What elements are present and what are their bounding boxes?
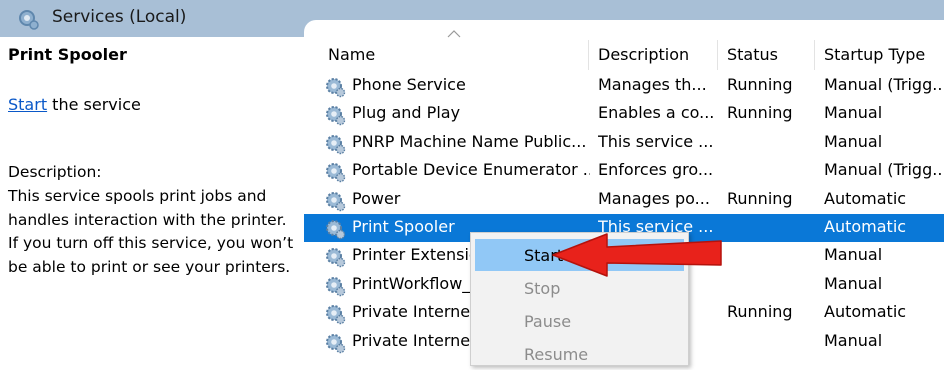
service-name-cell: Plug and Play [352, 103, 461, 123]
service-gear-icon [326, 220, 346, 240]
table-row[interactable]: Portable Device Enumerator ... Enforces g… [304, 157, 944, 185]
column-separator[interactable] [588, 40, 589, 70]
service-status-cell: Running [727, 75, 793, 94]
red-pointer-arrow-icon [552, 233, 722, 277]
service-name-cell: Phone Service [352, 75, 466, 94]
service-gear-icon [326, 305, 346, 325]
window-title: Services (Local) [52, 7, 187, 27]
service-startup-cell: Manual [824, 273, 883, 293]
start-service-link[interactable]: Start [8, 95, 47, 114]
table-row[interactable]: Power Manages po... Running Automatic [304, 186, 944, 214]
menu-item-pause[interactable]: Pause [475, 305, 684, 337]
column-separator[interactable] [814, 40, 815, 70]
service-name-cell: Portable Device Enumerator ... [352, 160, 590, 180]
menu-item-stop-label: Stop [524, 279, 561, 298]
service-startup-cell: Manual (Trigg... [824, 75, 944, 94]
service-name-cell: Power [352, 188, 401, 208]
table-row[interactable]: Plug and Play Enables a co... Running Manua… [304, 100, 944, 128]
service-description: This service spools print jobs and handl… [8, 185, 304, 279]
service-description-cell: Manages th... [598, 75, 707, 94]
service-startup-cell: Manual [824, 103, 883, 123]
column-header-startup-type[interactable]: Startup Type [824, 45, 925, 64]
services-gear-icon [19, 10, 39, 30]
service-status-cell: Running [727, 103, 793, 123]
details-panel: Print Spooler Start the service Descript… [0, 37, 304, 364]
start-service-suffix: the service [47, 95, 141, 114]
column-header-status[interactable]: Status [727, 45, 778, 64]
service-gear-icon [326, 78, 346, 98]
service-startup-cell: Manual [824, 245, 883, 265]
service-startup-cell: Automatic [824, 188, 907, 208]
service-gear-icon [326, 134, 346, 154]
menu-item-resume-label: Resume [524, 345, 589, 364]
column-header-name[interactable]: Name [328, 45, 375, 64]
service-description-cell: This service ... [598, 131, 714, 151]
service-gear-icon [326, 163, 346, 183]
description-line: be able to print or see your printers. [8, 257, 291, 276]
service-description-cell: Enforces gro... [598, 160, 714, 180]
service-startup-cell: Automatic [824, 302, 907, 322]
service-startup-cell: Manual (Trigg... [824, 160, 944, 180]
sort-ascending-icon [447, 30, 461, 38]
table-row[interactable]: PNRP Machine Name Public... This service … [304, 129, 944, 157]
service-startup-cell: Manual [824, 131, 883, 151]
service-gear-icon [326, 191, 346, 211]
start-service-line: Start the service [8, 95, 141, 114]
service-status-cell: Running [727, 188, 793, 208]
service-gear-icon [326, 333, 346, 353]
description-line: handles interaction with the printer. [8, 210, 287, 229]
menu-item-pause-label: Pause [524, 312, 572, 331]
service-description-cell: Manages po... [598, 188, 710, 208]
service-gear-icon [326, 106, 346, 126]
service-status-cell: Running [727, 302, 793, 322]
column-header-description[interactable]: Description [598, 45, 689, 64]
service-description-cell: Enables a co... [598, 103, 714, 123]
description-line: If you turn off this service, you won’t [8, 234, 294, 252]
service-startup-cell: Automatic [824, 217, 907, 236]
service-gear-icon [326, 248, 346, 268]
table-row[interactable]: Phone Service Manages th... Running Manual … [304, 72, 944, 100]
selected-service-name: Print Spooler [8, 45, 127, 64]
description-label: Description: [8, 163, 102, 181]
service-name-cell: PNRP Machine Name Public... [352, 131, 587, 151]
column-separator[interactable] [717, 40, 718, 70]
menu-item-resume[interactable]: Resume [475, 338, 684, 370]
service-gear-icon [326, 276, 346, 296]
service-startup-cell: Manual [824, 330, 883, 350]
description-line: This service spools print jobs and [8, 187, 267, 205]
